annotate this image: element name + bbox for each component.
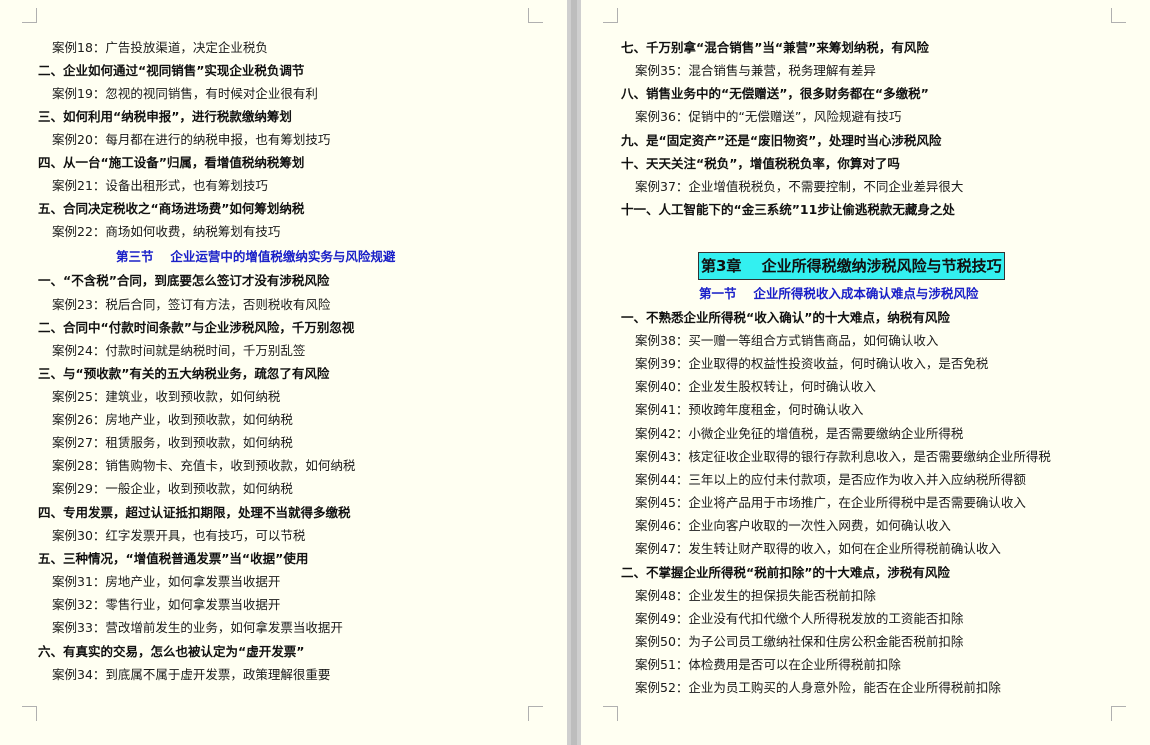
page-gutter — [567, 0, 581, 745]
toc-heading-line: 一、“不含税”合同，到底要怎么签订才没有涉税风险 — [38, 273, 330, 288]
toc-heading-line: 一、不熟悉企业所得税“收入确认”的十大难点，纳税有风险 — [621, 310, 950, 325]
toc-case-line: 案例49：企业没有代扣代缴个人所得税发放的工资能否扣除 — [635, 611, 964, 626]
toc-heading-line: 六、有真实的交易，怎么也被认定为“虚开发票” — [38, 644, 305, 659]
toc-case-line: 案例23：税后合同，签订有方法，否则税收有风险 — [52, 297, 331, 312]
toc-case-line: 案例48：企业发生的担保损失能否税前扣除 — [635, 588, 876, 603]
toc-case-line: 案例46：企业向客户收取的一次性入网费，如何确认收入 — [635, 518, 951, 533]
toc-heading-line: 三、与“预收款”有关的五大纳税业务，疏忽了有风险 — [38, 366, 330, 381]
toc-case-line: 案例26：房地产业，收到预收款，如何纳税 — [52, 412, 293, 427]
toc-case-line: 案例28：销售购物卡、充值卡，收到预收款，如何纳税 — [52, 458, 356, 473]
page-corner-mark — [1111, 706, 1126, 721]
toc-case-line: 案例45：企业将产品用于市场推广，在企业所得税中是否需要确认收入 — [635, 495, 1026, 510]
toc-case-line: 案例40：企业发生股权转让，何时确认收入 — [635, 379, 876, 394]
page-corner-mark — [528, 8, 543, 23]
toc-case-line: 案例20：每月都在进行的纳税申报，也有筹划技巧 — [52, 132, 331, 147]
toc-heading-line: 二、合同中“付款时间条款”与企业涉税风险，千万别忽视 — [38, 320, 355, 335]
toc-case-line: 案例27：租赁服务，收到预收款，如何纳税 — [52, 435, 293, 450]
toc-case-line: 案例42：小微企业免征的增值税，是否需要缴纳企业所得税 — [635, 426, 964, 441]
toc-case-line: 案例33：营改增前发生的业务，如何拿发票当收据开 — [52, 620, 343, 635]
toc-heading-line: 四、专用发票，超过认证抵扣期限，处理不当就得多缴税 — [38, 505, 351, 520]
toc-heading-line: 二、企业如何通过“视同销售”实现企业税负调节 — [38, 63, 305, 78]
page-corner-mark — [22, 8, 37, 23]
toc-heading-line: 八、销售业务中的“无偿赠送”，很多财务都在“多缴税” — [621, 86, 929, 101]
toc-case-line: 案例41：预收跨年度租金，何时确认收入 — [635, 402, 864, 417]
toc-heading-line: 五、三种情况，“增值税普通发票”当“收据”使用 — [38, 551, 309, 566]
toc-case-line: 案例35：混合销售与兼营，税务理解有差异 — [635, 63, 876, 78]
toc-case-line: 案例52：企业为员工购买的人身意外险，能否在企业所得税前扣除 — [635, 680, 1001, 695]
toc-heading-line: 四、从一台“施工设备”归属，看增值税纳税筹划 — [38, 155, 305, 170]
toc-case-line: 案例50：为子公司员工缴纳社保和住房公积金能否税前扣除 — [635, 634, 964, 649]
toc-case-line: 案例51：体检费用是否可以在企业所得税前扣除 — [635, 657, 901, 672]
toc-heading-line: 二、不掌握企业所得税“税前扣除”的十大难点，涉税有风险 — [621, 565, 950, 580]
toc-case-line: 案例43：核定征收企业取得的银行存款利息收入，是否需要缴纳企业所得税 — [635, 449, 1051, 464]
toc-case-line: 案例22：商场如何收费，纳税筹划有技巧 — [52, 224, 281, 239]
toc-section-title: 第三节 企业运营中的增值税缴纳实务与风险规避 — [116, 249, 396, 264]
toc-heading-line: 十、天天关注“税负”，增值税税负率，你算对了吗 — [621, 156, 900, 171]
toc-case-line: 案例19：忽视的视同销售，有时候对企业很有利 — [52, 86, 318, 101]
toc-case-line: 案例47：发生转让财产取得的收入，如何在企业所得税前确认收入 — [635, 541, 1001, 556]
toc-case-line: 案例29：一般企业，收到预收款，如何纳税 — [52, 481, 293, 496]
toc-case-line: 案例32：零售行业，如何拿发票当收据开 — [52, 597, 281, 612]
toc-heading-line: 五、合同决定税收之“商场进场费”如何筹划纳税 — [38, 201, 305, 216]
page-corner-mark — [1111, 8, 1126, 23]
toc-case-line: 案例18：广告投放渠道，决定企业税负 — [52, 40, 268, 55]
toc-case-line: 案例30：红字发票开具，也有技巧，可以节税 — [52, 528, 306, 543]
toc-heading-line: 九、是“固定资产”还是“废旧物资”，处理时当心涉税风险 — [621, 133, 942, 148]
toc-case-line: 案例34：到底属不属于虚开发票，政策理解很重要 — [52, 667, 331, 682]
toc-heading-line: 十一、人工智能下的“金三系统”11步让偷逃税款无藏身之处 — [621, 202, 955, 217]
page-corner-mark — [603, 8, 618, 23]
toc-case-line: 案例21：设备出租形式，也有筹划技巧 — [52, 178, 268, 193]
toc-case-line: 案例39：企业取得的权益性投资收益，何时确认收入，是否免税 — [635, 356, 989, 371]
toc-section-title: 第一节 企业所得税收入成本确认难点与涉税风险 — [699, 286, 979, 301]
page-corner-mark — [603, 706, 618, 721]
toc-heading-line: 三、如何利用“纳税申报”，进行税款缴纳筹划 — [38, 109, 292, 124]
toc-case-line: 案例44：三年以上的应付未付款项，是否应作为收入并入应纳税所得额 — [635, 472, 1026, 487]
toc-case-line: 案例36：促销中的“无偿赠送”，风险规避有技巧 — [635, 109, 902, 124]
chapter-title: 第3章 企业所得税缴纳涉税风险与节税技巧 — [698, 252, 1005, 280]
toc-case-line: 案例24：付款时间就是纳税时间，千万别乱签 — [52, 343, 306, 358]
document-page-left: 案例18：广告投放渠道，决定企业税负 二、企业如何通过“视同销售”实现企业税负调… — [0, 0, 567, 745]
toc-case-line: 案例37：企业增值税税负，不需要控制，不同企业差异很大 — [635, 179, 964, 194]
document-page-right: 七、千万别拿“混合销售”当“兼营”来筹划纳税，有风险 案例35：混合销售与兼营，… — [581, 0, 1150, 745]
toc-case-line: 案例25：建筑业，收到预收款，如何纳税 — [52, 389, 281, 404]
page-corner-mark — [22, 706, 37, 721]
toc-heading-line: 七、千万别拿“混合销售”当“兼营”来筹划纳税，有风险 — [621, 40, 929, 55]
toc-case-line: 案例31：房地产业，如何拿发票当收据开 — [52, 574, 281, 589]
toc-case-line: 案例38：买一赠一等组合方式销售商品，如何确认收入 — [635, 333, 939, 348]
page-corner-mark — [528, 706, 543, 721]
